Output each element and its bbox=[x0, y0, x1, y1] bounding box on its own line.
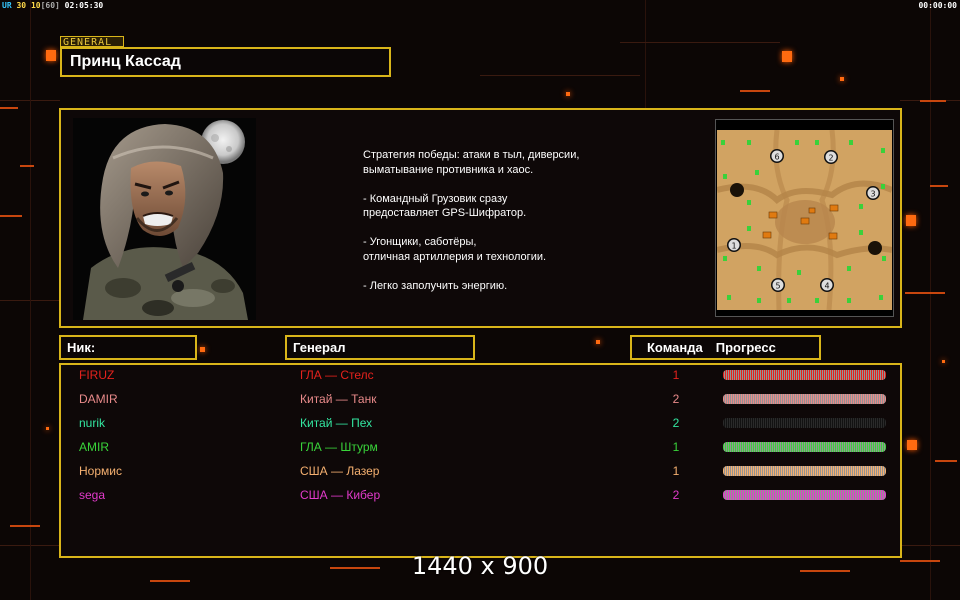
general-portrait bbox=[73, 118, 256, 320]
hud-ur-label: UR bbox=[2, 1, 12, 10]
player-general: ГЛА — Штурм bbox=[300, 440, 378, 454]
player-progress-bar bbox=[723, 394, 886, 404]
hud-stats: UR 30 10[60] 02:05:30 bbox=[2, 1, 103, 10]
player-row: FIRUZ ГЛА — Стелс 1 bbox=[61, 367, 900, 383]
player-general: США — Кибер bbox=[300, 488, 381, 502]
player-team: 1 bbox=[672, 464, 680, 478]
player-progress-fill bbox=[723, 370, 886, 380]
player-general: США — Лазер bbox=[300, 464, 380, 478]
player-progress-bar bbox=[723, 370, 886, 380]
svg-text:3: 3 bbox=[870, 190, 875, 199]
svg-text:6: 6 bbox=[774, 153, 779, 162]
hud-fps-max: [60] bbox=[40, 1, 60, 10]
player-row: DAMIR Китай — Танк 2 bbox=[61, 391, 900, 407]
general-name: Принц Кассад bbox=[60, 47, 391, 77]
minimap-frame: 1 2 3 4 5 6 bbox=[715, 119, 894, 317]
player-progress-bar bbox=[723, 442, 886, 452]
player-progress-bar bbox=[723, 466, 886, 476]
svg-text:2: 2 bbox=[828, 154, 833, 163]
player-team: 2 bbox=[672, 392, 680, 406]
player-nick: nurik bbox=[79, 416, 106, 430]
player-team: 2 bbox=[672, 416, 680, 430]
player-progress-bar bbox=[723, 418, 886, 428]
player-progress-fill bbox=[723, 394, 886, 404]
header-nick: Ник: bbox=[59, 335, 197, 360]
header-team: Команда bbox=[647, 340, 703, 355]
svg-text:1: 1 bbox=[731, 242, 736, 251]
player-row: sega США — Кибер 2 bbox=[61, 487, 900, 503]
player-nick: FIRUZ bbox=[79, 368, 115, 382]
header-general: Генерал bbox=[285, 335, 475, 360]
minimap: 1 2 3 4 5 6 bbox=[716, 129, 894, 311]
player-row: Нормис США — Лазер 1 bbox=[61, 463, 900, 479]
player-progress-fill bbox=[723, 490, 886, 500]
svg-text:5: 5 bbox=[775, 282, 780, 291]
svg-text:4: 4 bbox=[824, 282, 829, 291]
hud-ur-value: 30 bbox=[16, 1, 27, 10]
player-general: Китай — Пех bbox=[300, 416, 373, 430]
header-team-progress: Команда Прогресс bbox=[630, 335, 821, 360]
player-team: 1 bbox=[672, 368, 680, 382]
player-progress-fill bbox=[723, 442, 886, 452]
player-nick: Нормис bbox=[79, 464, 122, 478]
player-nick: DAMIR bbox=[79, 392, 118, 406]
player-general: Китай — Танк bbox=[300, 392, 377, 406]
hud-fps: 10 bbox=[30, 1, 41, 10]
general-tag: GENERAL bbox=[60, 36, 124, 48]
player-nick: AMIR bbox=[79, 440, 109, 454]
general-description: Стратегия победы: атаки в тыл, диверсии,… bbox=[363, 149, 580, 292]
player-progress-fill bbox=[723, 466, 886, 476]
player-team: 1 bbox=[672, 440, 680, 454]
player-row: AMIR ГЛА — Штурм 1 bbox=[61, 439, 900, 455]
general-info-panel: Стратегия победы: атаки в тыл, диверсии,… bbox=[59, 108, 902, 328]
player-general: ГЛА — Стелс bbox=[300, 368, 374, 382]
player-row: nurik Китай — Пех 2 bbox=[61, 415, 900, 431]
players-panel: FIRUZ ГЛА — Стелс 1 DAMIR Китай — Танк 2 nurik… bbox=[59, 363, 902, 558]
player-team: 2 bbox=[672, 488, 680, 502]
player-progress-bar bbox=[723, 490, 886, 500]
hud-timer: 00:00:00 bbox=[918, 1, 957, 10]
player-nick: sega bbox=[79, 488, 106, 502]
header-progress: Прогресс bbox=[715, 340, 776, 355]
resolution-label: 1440 x 900 bbox=[411, 552, 549, 580]
hud-clock: 02:05:30 bbox=[64, 1, 104, 10]
